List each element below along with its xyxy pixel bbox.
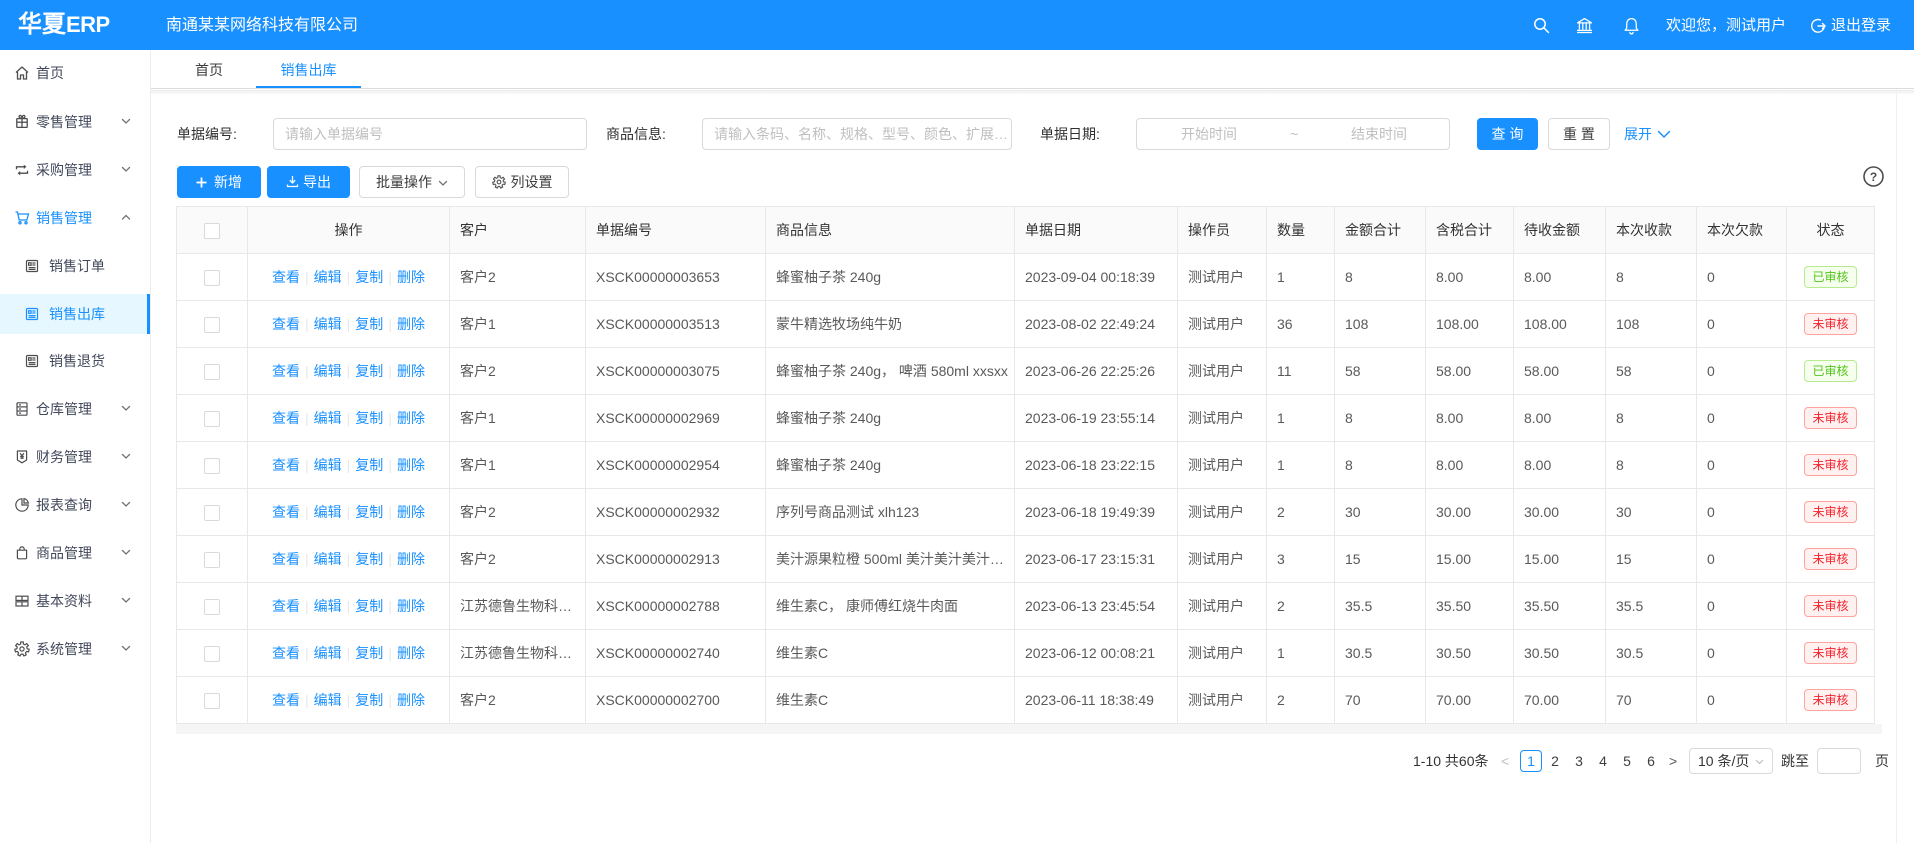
svg-text:?: ? — [1870, 170, 1877, 184]
